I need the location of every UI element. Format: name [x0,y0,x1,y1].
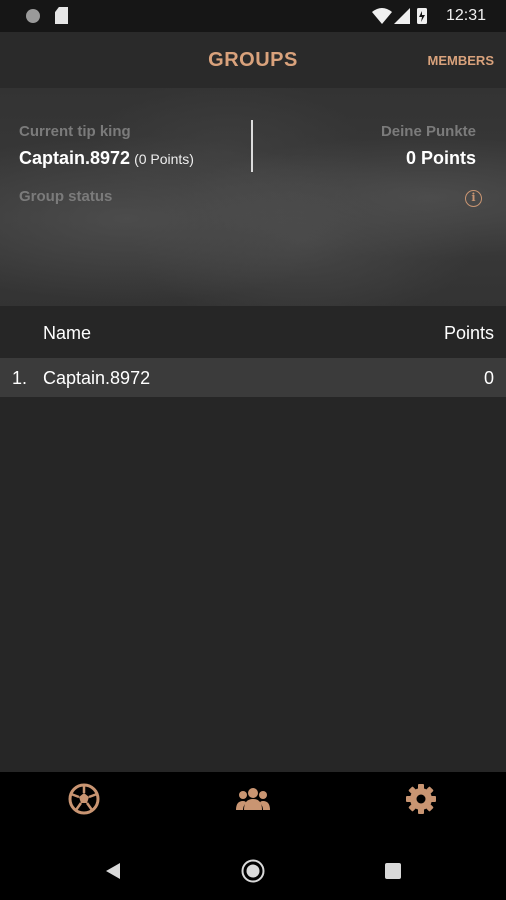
members-button[interactable]: MEMBERS [428,53,494,68]
system-nav [0,824,506,900]
wifi-icon [372,8,392,24]
status-bar: 12:31 [0,0,506,32]
gear-icon[interactable] [404,782,438,816]
header-divider [251,120,253,172]
notification-dot-icon [26,9,40,23]
sd-card-icon [55,7,68,24]
group-status-label: Group status [19,188,113,205]
row-name: Captain.8972 [43,368,151,388]
group-icon[interactable] [236,782,270,816]
column-header-points: Points [443,323,494,343]
app-bar: GROUPS MEMBERS [0,32,506,88]
group-header: Current tip king Captain.8972 (0 Points) … [0,88,506,306]
bottom-nav [0,772,506,824]
tip-king-username: Captain.8972 [19,148,131,168]
recent-apps-icon[interactable] [385,863,401,879]
status-time: 12:31 [445,7,486,24]
info-icon[interactable]: i [465,190,482,207]
row-points: 0 [483,368,494,388]
home-icon[interactable] [241,859,265,883]
table-row[interactable]: 1. Captain.8972 0 [0,358,506,397]
your-points-label: Deine Punkte [380,123,476,140]
status-icons [372,8,427,24]
tip-king-name: Captain.8972 (0 Points) [19,148,194,169]
tip-king-label: Current tip king [19,123,131,140]
signal-icon [394,8,410,24]
back-icon[interactable] [104,862,122,880]
your-points-value: 0 Points [405,148,476,168]
tip-king-points: (0 Points) [134,151,194,167]
row-rank: 1. [12,368,28,388]
column-header-name: Name [43,323,92,343]
soccer-ball-icon[interactable] [67,782,101,816]
